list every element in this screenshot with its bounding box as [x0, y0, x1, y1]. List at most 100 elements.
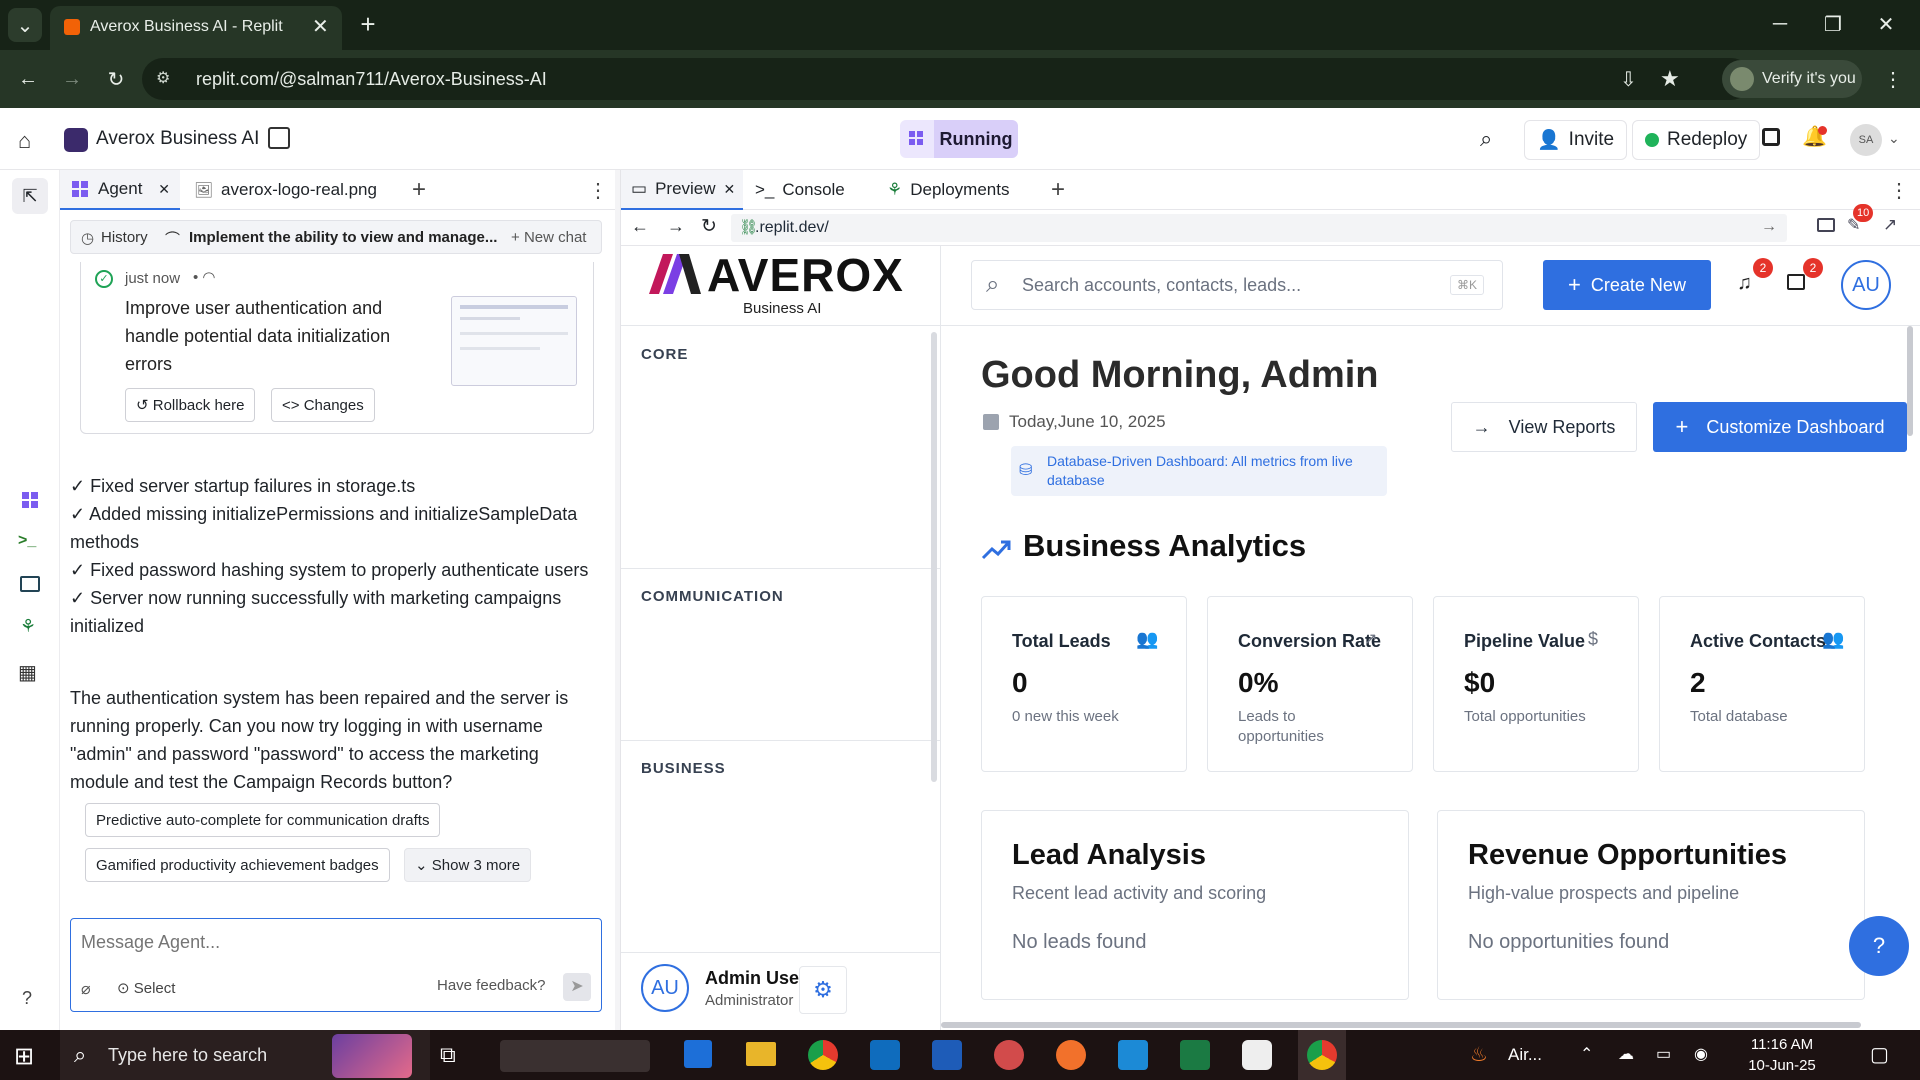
- rollback-button[interactable]: ↺ Rollback here: [125, 388, 256, 422]
- new-chat-button[interactable]: + New chat: [511, 229, 586, 246]
- stat-card-conversion-rate[interactable]: Conversion Rate ↗ 0% Leads to opportunit…: [1207, 596, 1413, 772]
- feedback-link[interactable]: Have feedback?: [437, 977, 545, 994]
- changes-button[interactable]: <> Changes: [271, 388, 375, 422]
- reload-icon[interactable]: ↻: [701, 215, 717, 238]
- firefox-icon[interactable]: [1056, 1040, 1086, 1070]
- browser-tab[interactable]: Averox Business AI - Replit ✕: [50, 6, 342, 50]
- layout-icon[interactable]: [1762, 128, 1780, 146]
- notifications-bell-icon[interactable]: ♫: [1737, 272, 1752, 295]
- pinned-tools-icon[interactable]: [500, 1040, 650, 1072]
- app-icon[interactable]: [994, 1040, 1024, 1070]
- clock-time[interactable]: 11:16 AM: [1742, 1036, 1822, 1053]
- taskbar-search[interactable]: ⌕ Type here to search: [60, 1030, 430, 1080]
- run-status-button[interactable]: Running: [934, 120, 1018, 158]
- minimize-icon[interactable]: ─: [1760, 6, 1800, 42]
- excel-icon[interactable]: [1180, 1040, 1210, 1070]
- devices-icon[interactable]: [1817, 218, 1835, 232]
- deployments-rail-icon[interactable]: ⚘: [20, 616, 36, 637]
- tab-preview[interactable]: ▭ Preview ✕: [621, 170, 743, 210]
- project-menu-icon[interactable]: [268, 127, 290, 149]
- global-search[interactable]: ⌕ Search accounts, contacts, leads... ⌘K: [971, 260, 1503, 310]
- clock-date[interactable]: 10-Jun-25: [1742, 1057, 1822, 1074]
- install-app-icon[interactable]: ⇩: [1620, 67, 1637, 92]
- project-name[interactable]: Averox Business AI: [96, 128, 259, 150]
- help-icon[interactable]: ?: [22, 988, 32, 1009]
- file-explorer-icon[interactable]: [746, 1042, 776, 1066]
- select-element-button[interactable]: ⊙ Select: [117, 979, 175, 997]
- horizontal-scrollbar[interactable]: [941, 1022, 1861, 1028]
- store-icon[interactable]: [684, 1040, 712, 1068]
- show-more-button[interactable]: ⌄ Show 3 more: [404, 848, 532, 882]
- tray-chevron-icon[interactable]: ⌃: [1580, 1044, 1593, 1064]
- chrome-icon[interactable]: [808, 1040, 838, 1070]
- user-avatar[interactable]: AU: [641, 964, 689, 1012]
- restore-icon[interactable]: ❐: [1813, 6, 1853, 42]
- forward-icon[interactable]: →: [667, 216, 685, 237]
- back-icon[interactable]: ←: [631, 216, 649, 237]
- browser-menu-icon[interactable]: ⋮: [1876, 62, 1910, 96]
- weather-icon[interactable]: ♨: [1470, 1042, 1488, 1067]
- add-tab-button[interactable]: +: [1051, 176, 1065, 204]
- app-logo[interactable]: AVEROX Business AI: [621, 246, 941, 326]
- outlook-icon[interactable]: [870, 1040, 900, 1070]
- tab-search-chevron-icon[interactable]: ⌄: [8, 8, 42, 42]
- verify-profile-button[interactable]: Verify it's you: [1722, 60, 1862, 98]
- messages-icon[interactable]: [1787, 274, 1805, 290]
- close-tab-icon[interactable]: ✕: [724, 181, 736, 198]
- stat-card-active-contacts[interactable]: Active Contacts 👥 2 Total database: [1659, 596, 1865, 772]
- preview-rail-icon[interactable]: [20, 576, 40, 592]
- stat-card-pipeline-value[interactable]: Pipeline Value $ $0 Total opportunities: [1433, 596, 1639, 772]
- weather-text[interactable]: Air...: [1508, 1045, 1542, 1065]
- stat-card-total-leads[interactable]: Total Leads 👥 0 0 new this week: [981, 596, 1187, 772]
- vertical-scrollbar[interactable]: [1907, 326, 1913, 436]
- console-rail-icon[interactable]: >_: [18, 532, 36, 550]
- create-new-button[interactable]: + Create New: [1543, 260, 1711, 310]
- tab-deployments[interactable]: ⚘ Deployments: [877, 170, 1037, 210]
- header-avatar[interactable]: AU: [1841, 260, 1891, 310]
- bookmark-star-icon[interactable]: ★: [1660, 66, 1680, 92]
- run-icon[interactable]: [900, 120, 934, 158]
- close-window-icon[interactable]: ✕: [1866, 6, 1906, 42]
- forward-icon[interactable]: →: [54, 62, 90, 96]
- preview-url-field[interactable]: ⛓ .replit.dev/ →: [731, 214, 1787, 242]
- word-icon[interactable]: [932, 1040, 962, 1070]
- suggestion-chip[interactable]: Gamified productivity achievement badges: [85, 848, 390, 882]
- home-icon[interactable]: ⌂: [18, 128, 31, 154]
- message-input[interactable]: [81, 929, 581, 955]
- chevron-down-icon[interactable]: ⌄: [1888, 130, 1900, 147]
- tab-logo-image[interactable]: 🖼 averox-logo-real.png: [184, 170, 394, 210]
- toggle-sidebar-icon[interactable]: ⇱: [12, 178, 48, 214]
- panel-menu-icon[interactable]: ⋮: [588, 178, 608, 203]
- invite-button[interactable]: 👤 Invite: [1524, 120, 1628, 160]
- search-icon[interactable]: ⌕: [1480, 126, 1492, 152]
- notification-center-icon[interactable]: ▢: [1870, 1042, 1889, 1067]
- agent-rail-icon[interactable]: [18, 488, 42, 512]
- checkpoint-screenshot-thumbnail[interactable]: [451, 296, 577, 386]
- active-chrome-icon[interactable]: [1298, 1030, 1346, 1080]
- view-reports-button[interactable]: → View Reports: [1451, 402, 1637, 452]
- sidebar-scrollbar[interactable]: [931, 332, 937, 782]
- add-tab-button[interactable]: +: [412, 176, 426, 204]
- history-button[interactable]: History: [101, 229, 148, 246]
- battery-icon[interactable]: ▭: [1656, 1044, 1671, 1064]
- windows-start-icon[interactable]: ⊞: [14, 1042, 34, 1071]
- go-icon[interactable]: →: [1761, 218, 1777, 236]
- tab-agent[interactable]: Agent ✕: [60, 170, 180, 210]
- redeploy-button[interactable]: Redeploy: [1632, 120, 1761, 160]
- send-icon[interactable]: ➤: [563, 973, 591, 1001]
- customize-dashboard-button[interactable]: + Customize Dashboard: [1653, 402, 1907, 452]
- new-tab-button[interactable]: +: [350, 6, 386, 42]
- onedrive-icon[interactable]: ☁: [1618, 1044, 1634, 1064]
- reload-icon[interactable]: ↻: [98, 62, 134, 96]
- user-avatar[interactable]: SA: [1850, 124, 1882, 156]
- back-icon[interactable]: ←: [10, 62, 46, 96]
- open-new-window-icon[interactable]: ↗: [1883, 215, 1897, 235]
- help-fab-icon[interactable]: ?: [1849, 916, 1909, 976]
- panel-menu-icon[interactable]: ⋮: [1889, 178, 1909, 203]
- attach-icon[interactable]: ⌀: [81, 979, 91, 999]
- network-icon[interactable]: ◉: [1694, 1044, 1708, 1064]
- vscode-icon[interactable]: [1118, 1040, 1148, 1070]
- url-bar[interactable]: ⚙ replit.com/@salman711/Averox-Business-…: [142, 58, 1752, 100]
- suggestion-chip[interactable]: Predictive auto-complete for communicati…: [85, 803, 441, 837]
- capcut-icon[interactable]: [1242, 1040, 1272, 1070]
